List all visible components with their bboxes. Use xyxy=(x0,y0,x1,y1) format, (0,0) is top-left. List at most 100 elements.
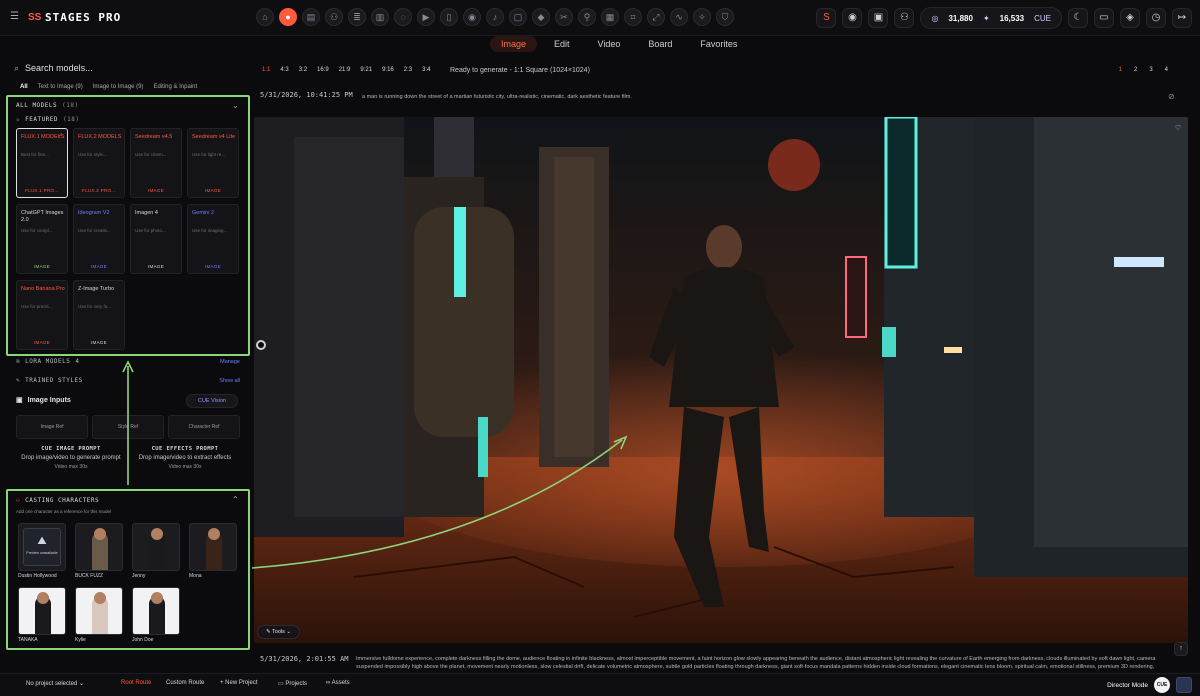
character-card[interactable] xyxy=(189,523,237,571)
archive-icon[interactable]: ▦ xyxy=(601,8,619,26)
users-icon[interactable]: ⚇ xyxy=(325,8,343,26)
projects-button[interactable]: ▭ Projects xyxy=(278,680,307,687)
moon-icon[interactable]: ☾ xyxy=(1068,8,1088,28)
folder-media-icon[interactable]: ▣ xyxy=(868,8,889,28)
pin-icon[interactable]: ⚲ xyxy=(578,8,596,26)
tab-video[interactable]: Video xyxy=(587,36,632,52)
ratio-9x16[interactable]: 9:16 xyxy=(382,67,394,73)
character-ref-button[interactable]: Character Ref xyxy=(168,415,240,439)
favorite-heart-icon[interactable]: ♡ xyxy=(1172,124,1184,136)
box-icon[interactable]: ▢ xyxy=(509,8,527,26)
tab-board[interactable]: Board xyxy=(637,36,683,52)
manage-link[interactable]: Manage xyxy=(220,359,240,365)
ratio-2x3[interactable]: 2:3 xyxy=(404,67,412,73)
cue-effects-prompt-drop[interactable]: CUE EFFECTS PROMPT Drop image/video to e… xyxy=(130,446,240,486)
bulb-icon[interactable]: ✧ xyxy=(693,8,711,26)
character-card[interactable]: ⛰ Preview unavailable xyxy=(18,523,66,571)
shield-icon[interactable]: ⛉ xyxy=(716,8,734,26)
eye-off-icon[interactable]: ⊘ xyxy=(1168,92,1175,101)
lora-row[interactable]: ≋ LORA MODELS 4 xyxy=(16,358,80,365)
filter-tab[interactable]: Image to Image (9) xyxy=(93,84,144,90)
tools-button[interactable]: ✎ Tools ⌄ xyxy=(257,625,301,639)
layout-icon[interactable] xyxy=(1176,677,1192,693)
broadcast-icon[interactable]: ◈ xyxy=(1120,8,1140,28)
page-2[interactable]: 2 xyxy=(1134,67,1137,73)
layers-icon[interactable]: ▤ xyxy=(302,8,320,26)
root-route-button[interactable]: Root Route xyxy=(121,680,151,686)
phone-icon[interactable]: ▯ xyxy=(440,8,458,26)
frame-icon[interactable]: ⌗ xyxy=(624,8,642,26)
home-icon[interactable]: ⌂ xyxy=(256,8,274,26)
model-card[interactable]: Imagen 4 Use for photo... IMAGE xyxy=(130,204,182,274)
director-mode[interactable]: Director Mode CUE xyxy=(1107,677,1192,693)
team-icon[interactable]: ⚇ xyxy=(894,8,915,28)
cue-vision-button[interactable]: CUE Vision xyxy=(186,394,238,408)
show-all-link[interactable]: Show all xyxy=(219,378,240,384)
cue-badge[interactable]: CUE xyxy=(1154,677,1170,693)
chat-icon[interactable]: ◌ xyxy=(394,8,412,26)
scroll-up-icon[interactable]: ↑ xyxy=(1174,642,1188,656)
logout-icon[interactable]: ↦ xyxy=(1172,8,1192,28)
project-select[interactable]: No project selected ⌄ xyxy=(26,680,84,687)
expand-icon[interactable]: ⤢ xyxy=(647,8,665,26)
ratio-3x2[interactable]: 3:2 xyxy=(299,67,307,73)
new-project-button[interactable]: + New Project xyxy=(220,680,258,686)
trained-row[interactable]: ✎ TRAINED STYLES xyxy=(16,377,83,384)
custom-route-button[interactable]: Custom Route xyxy=(166,680,204,686)
filter-tab[interactable]: All xyxy=(20,84,28,90)
cue-image-prompt-drop[interactable]: CUE IMAGE PROMPT Drop image/video to gen… xyxy=(16,446,126,486)
character-card[interactable] xyxy=(132,587,180,635)
all-models-header[interactable]: ALL MODELS (18) xyxy=(16,102,79,109)
character-card[interactable] xyxy=(132,523,180,571)
model-card[interactable]: Seedream v4.5 Use for cinem... IMAGE xyxy=(130,128,182,198)
casting-header[interactable]: ⚇ CASTING CHARACTERS xyxy=(16,497,99,504)
page-1[interactable]: 1 xyxy=(1119,67,1122,73)
stack-icon[interactable]: ≣ xyxy=(348,8,366,26)
panel-resize-handle[interactable] xyxy=(256,340,266,350)
brand[interactable]: SS STAGES PRO xyxy=(28,11,121,24)
style-ref-button[interactable]: Style Ref xyxy=(92,415,164,439)
video-icon[interactable]: ▶ xyxy=(417,8,435,26)
character-card[interactable] xyxy=(75,587,123,635)
character-card[interactable] xyxy=(75,523,123,571)
scissors-icon[interactable]: ✂ xyxy=(555,8,573,26)
film-icon[interactable]: ▥ xyxy=(371,8,389,26)
clock-icon[interactable]: ◷ xyxy=(1146,8,1166,28)
filter-tab[interactable]: Editing & Inpaint xyxy=(153,84,197,90)
model-card[interactable]: Z-Image Turbo Use for very fa... IMAGE xyxy=(73,280,125,350)
model-card[interactable]: FLUX.1 MODELS Best for fine... FLUX.1 PRO.… xyxy=(16,128,68,198)
chevron-up-icon[interactable]: ⌃ xyxy=(232,495,239,504)
music-icon[interactable]: ♪ xyxy=(486,8,504,26)
character-card[interactable] xyxy=(18,587,66,635)
eye-icon[interactable]: ◉ xyxy=(463,8,481,26)
model-card[interactable]: Ideogram V2 Use for creativ... IMAGE xyxy=(73,204,125,274)
tab-image[interactable]: Image xyxy=(490,36,538,52)
ratio-3x4[interactable]: 3:4 xyxy=(422,67,430,73)
ratio-21x9[interactable]: 21:9 xyxy=(339,67,351,73)
tab-edit[interactable]: Edit xyxy=(543,36,581,52)
ratio-4x3[interactable]: 4:3 xyxy=(280,67,288,73)
tab-favorites[interactable]: Favorites xyxy=(689,36,748,52)
image-ref-button[interactable]: Image Ref xyxy=(16,415,88,439)
chevron-down-icon[interactable]: ⌄ xyxy=(232,101,239,110)
generated-image[interactable] xyxy=(254,117,1188,643)
credits-badge[interactable]: ◎ 31,880 ✦ 16,533 CUE xyxy=(920,7,1062,29)
model-card[interactable]: FLUX.2 MODELS Use for style... FLUX.2 PRO.… xyxy=(73,128,125,198)
ratio-9x21[interactable]: 9:21 xyxy=(360,67,372,73)
model-card[interactable]: Nano Banana Pro Use for precis... IMAGE xyxy=(16,280,68,350)
cube-icon[interactable]: ◆ xyxy=(532,8,550,26)
filter-tab[interactable]: Text to Image (9) xyxy=(38,84,83,90)
page-3[interactable]: 3 xyxy=(1149,67,1152,73)
account-icon[interactable]: ◉ xyxy=(842,8,863,28)
search-input[interactable]: ⌕ Search models... xyxy=(14,60,240,76)
stages-icon[interactable]: S xyxy=(816,8,837,28)
assets-button[interactable]: ∞ Assets xyxy=(326,680,350,686)
active-tool-icon[interactable]: ● xyxy=(279,8,297,26)
menu-icon[interactable]: ☰ xyxy=(10,12,20,22)
page-4[interactable]: 4 xyxy=(1165,67,1168,73)
model-card[interactable]: ChatGPT Images 2.0 Use for compl... IMAGE xyxy=(16,204,68,274)
pulse-icon[interactable]: ∿ xyxy=(670,8,688,26)
ratio-1x1[interactable]: 1:1 xyxy=(262,67,270,73)
ratio-16x9[interactable]: 16:9 xyxy=(317,67,329,73)
model-card[interactable]: Gemini 2 Use for imaging... IMAGE xyxy=(187,204,239,274)
